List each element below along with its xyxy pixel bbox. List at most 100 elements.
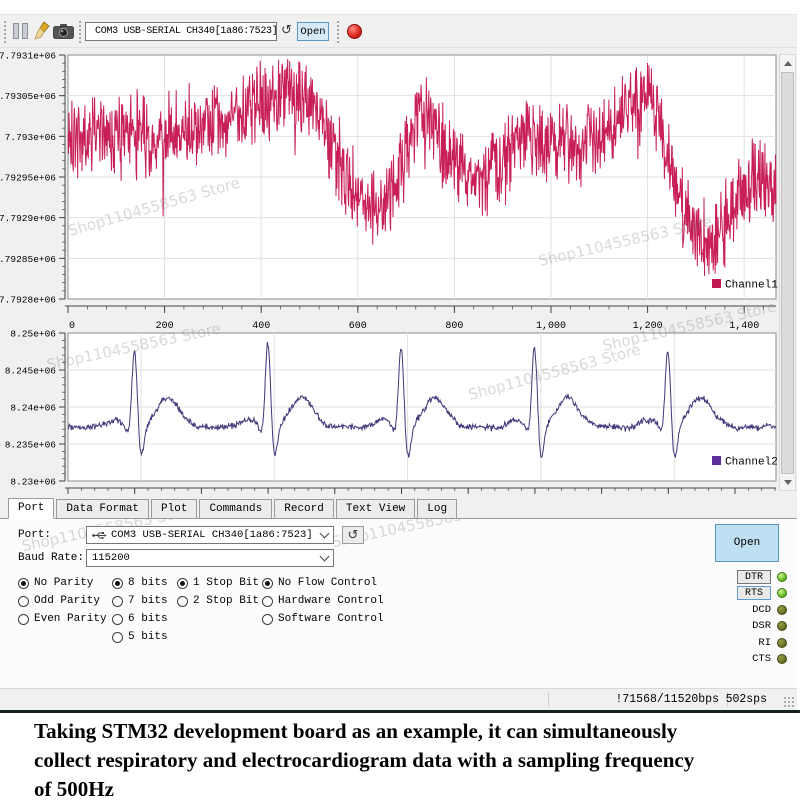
svg-text:7.79295e+06: 7.79295e+06 bbox=[0, 173, 56, 184]
port-select-value: COM3 USB-SERIAL CH340[1a86:7523] bbox=[111, 529, 313, 541]
radio-label: Hardware Control bbox=[278, 595, 384, 607]
svg-text:1,000: 1,000 bbox=[536, 321, 566, 332]
svg-text:7.79285e+06: 7.79285e+06 bbox=[0, 254, 56, 265]
radio-no-flow-control[interactable]: No Flow Control bbox=[262, 576, 377, 590]
svg-text:Channel1: Channel1 bbox=[725, 280, 778, 292]
radio-8-bits[interactable]: 8 bits bbox=[112, 576, 168, 590]
radio-odd-parity[interactable]: Odd Parity bbox=[18, 594, 100, 608]
cts-led bbox=[777, 654, 787, 664]
open-port-button[interactable]: Open bbox=[715, 524, 779, 562]
chevron-down-icon bbox=[319, 528, 330, 539]
dtr-led bbox=[777, 572, 787, 582]
svg-text:8.25e+06: 8.25e+06 bbox=[10, 329, 56, 340]
radio-dot[interactable] bbox=[177, 595, 188, 607]
dsr-led bbox=[777, 621, 787, 632]
pause-icon[interactable] bbox=[13, 23, 28, 39]
radio-dot[interactable] bbox=[262, 595, 273, 607]
radio-dot[interactable] bbox=[262, 613, 273, 625]
caption-line: collect respiratory and electrocardiogra… bbox=[34, 748, 695, 772]
rts-led bbox=[777, 588, 787, 599]
radio-dot[interactable] bbox=[112, 631, 123, 643]
radio-dot[interactable] bbox=[262, 577, 273, 589]
radio-label: No Flow Control bbox=[278, 577, 378, 589]
pause-bars-icon bbox=[13, 23, 28, 39]
clear-brush-icon[interactable] bbox=[33, 21, 51, 41]
radio-label: 6 bits bbox=[128, 613, 168, 625]
usb-icon bbox=[92, 531, 107, 539]
tab-log[interactable]: Log bbox=[417, 499, 458, 518]
radio-label: No Parity bbox=[34, 577, 94, 589]
radio-hardware-control[interactable]: Hardware Control bbox=[262, 594, 384, 608]
brush-icon bbox=[34, 21, 50, 40]
radio-dot[interactable] bbox=[112, 613, 123, 625]
app-window: COM3 USB-SERIAL CH340[1a86:7523] ↺ Open … bbox=[0, 0, 800, 800]
refresh-ports-button[interactable]: ↺ bbox=[342, 526, 364, 544]
charts-scrollbar[interactable] bbox=[779, 54, 796, 491]
svg-text:Channel2: Channel2 bbox=[725, 457, 778, 469]
radio-label: Even Parity bbox=[34, 613, 107, 625]
toolbar-open-button[interactable]: Open bbox=[297, 22, 329, 41]
radio-1-stop-bit[interactable]: 1 Stop Bit bbox=[177, 576, 259, 590]
radio-2-stop-bit[interactable]: 2 Stop Bit bbox=[177, 594, 259, 608]
toolbar-port-combo[interactable]: COM3 USB-SERIAL CH340[1a86:7523] bbox=[85, 22, 277, 41]
ri-label: RI bbox=[758, 636, 771, 649]
tab-bar: Port Data Format Plot Commands Record Text Vi… bbox=[0, 497, 797, 519]
charts-canvas: 7.7931e+06 7.79305e+06 7.793e+06 7.79295e+0… bbox=[0, 51, 778, 494]
baud-rate-value: 115200 bbox=[92, 552, 130, 564]
baud-rate-label: Baud Rate: bbox=[18, 552, 85, 564]
dcd-led bbox=[777, 604, 787, 615]
scroll-down-icon[interactable] bbox=[780, 474, 795, 490]
radio-dot[interactable] bbox=[112, 595, 123, 607]
toolbar-grip[interactable] bbox=[336, 20, 340, 44]
rts-button[interactable]: RTS bbox=[737, 586, 771, 601]
radio-label: 1 Stop Bit bbox=[193, 577, 260, 589]
charts-region: 7.7931e+06 7.79305e+06 7.793e+06 7.79295e+0… bbox=[0, 48, 797, 497]
radio-6-bits[interactable]: 6 bits bbox=[112, 612, 168, 626]
refresh-ports-icon[interactable]: ↺ bbox=[281, 23, 292, 38]
open-port-label: Open bbox=[733, 537, 761, 549]
svg-text:8.23e+06: 8.23e+06 bbox=[10, 477, 56, 488]
dtr-button[interactable]: DTR bbox=[737, 570, 771, 584]
svg-text:800: 800 bbox=[445, 321, 463, 332]
tab-commands[interactable]: Commands bbox=[199, 499, 273, 518]
svg-text:600: 600 bbox=[349, 321, 367, 332]
scrollbar-thumb[interactable] bbox=[781, 72, 794, 474]
tab-port[interactable]: Port bbox=[8, 498, 55, 519]
svg-text:7.7928e+06: 7.7928e+06 bbox=[0, 295, 56, 306]
port-label: Port: bbox=[18, 529, 52, 541]
tab-record[interactable]: Record bbox=[274, 499, 334, 518]
svg-text:7.79305e+06: 7.79305e+06 bbox=[0, 91, 56, 102]
radio-dot[interactable] bbox=[112, 577, 123, 589]
radio-dot[interactable] bbox=[18, 577, 29, 589]
resize-grip[interactable] bbox=[783, 696, 795, 708]
main-toolbar: COM3 USB-SERIAL CH340[1a86:7523] ↺ Open bbox=[0, 14, 797, 48]
bps-status: !71568/11520bps bbox=[615, 693, 719, 706]
port-settings-panel: Shop1104558563 Store Shop1104558563 Stor… bbox=[0, 519, 797, 688]
screenshot-camera-icon[interactable] bbox=[53, 24, 74, 39]
svg-text:7.793e+06: 7.793e+06 bbox=[5, 132, 57, 143]
caption-line: Taking STM32 development board as an exa… bbox=[34, 719, 678, 743]
radio-even-parity[interactable]: Even Parity bbox=[18, 612, 107, 626]
radio-dot[interactable] bbox=[18, 595, 29, 607]
baud-rate-select[interactable]: 115200 bbox=[86, 549, 334, 567]
toolbar-grip[interactable] bbox=[78, 20, 82, 44]
radio-7-bits[interactable]: 7 bits bbox=[112, 594, 168, 608]
scroll-up-icon[interactable] bbox=[780, 55, 795, 71]
toolbar-grip[interactable] bbox=[3, 20, 7, 44]
radio-5-bits[interactable]: 5 bits bbox=[112, 630, 168, 644]
statusbar-divider bbox=[548, 692, 549, 707]
camera-icon bbox=[53, 24, 74, 39]
radio-no-parity[interactable]: No Parity bbox=[18, 576, 93, 590]
cts-label: CTS bbox=[752, 653, 771, 665]
sps-status: 502sps bbox=[725, 693, 767, 706]
radio-software-control[interactable]: Software Control bbox=[262, 612, 384, 626]
record-icon[interactable] bbox=[347, 24, 362, 39]
svg-text:400: 400 bbox=[252, 321, 270, 332]
tab-data-format[interactable]: Data Format bbox=[56, 499, 150, 518]
tab-text-view[interactable]: Text View bbox=[335, 499, 416, 518]
radio-dot[interactable] bbox=[177, 577, 188, 589]
caption-text: Taking STM32 development board as an exa… bbox=[0, 710, 800, 800]
tab-plot[interactable]: Plot bbox=[151, 499, 198, 518]
radio-dot[interactable] bbox=[18, 613, 29, 625]
port-select[interactable]: COM3 USB-SERIAL CH340[1a86:7523] bbox=[86, 526, 334, 544]
